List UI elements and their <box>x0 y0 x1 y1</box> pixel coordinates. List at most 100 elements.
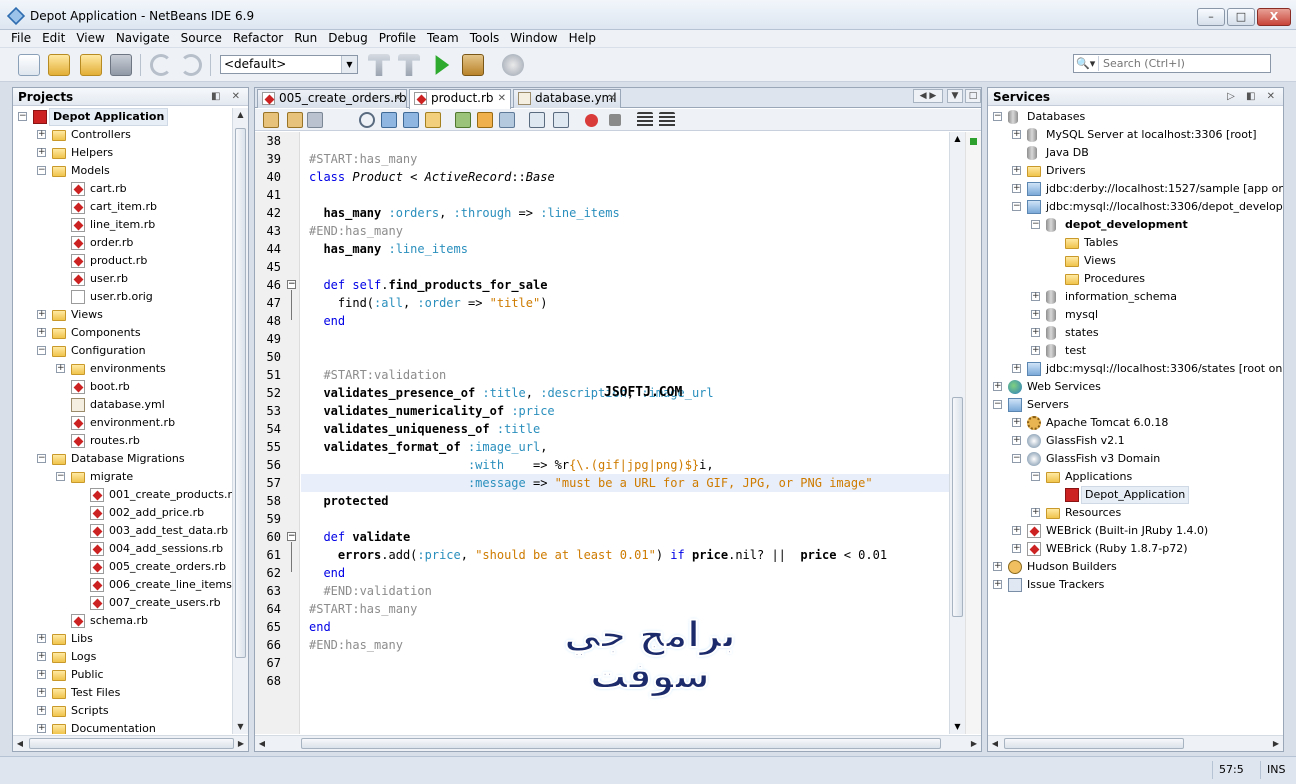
record-macro-icon[interactable] <box>585 114 598 127</box>
expand-icon[interactable]: + <box>1031 508 1040 517</box>
fold-toggle-icon[interactable]: − <box>287 532 296 541</box>
code-line[interactable]: def validate <box>301 528 949 546</box>
tree-node-003-add-test-data-rb[interactable]: 003_add_test_data.rb <box>13 522 232 540</box>
expand-icon[interactable]: + <box>37 328 46 337</box>
tree-node-configuration[interactable]: − Configuration <box>13 342 232 360</box>
tree-node-databases[interactable]: − Databases <box>988 108 1283 126</box>
code-line[interactable]: validates_format_of :image_url, <box>301 438 949 456</box>
tree-node-depot-application[interactable]: Depot_Application <box>988 486 1283 504</box>
menu-navigate[interactable]: Navigate <box>107 30 172 47</box>
services-horizontal-scrollbar[interactable]: ◀ ▶ <box>988 735 1283 751</box>
projects-vertical-scrollbar[interactable]: ▲ ▼ <box>232 108 248 734</box>
search-input[interactable] <box>1098 56 1268 71</box>
minimize-button[interactable]: – <box>1197 8 1225 26</box>
scroll-thumb[interactable] <box>29 738 234 749</box>
scroll-thumb[interactable] <box>1004 738 1184 749</box>
tree-node-jdbc-mysql-localhost-3306-states-root-on-default[interactable]: + jdbc:mysql://localhost:3306/states [roo… <box>988 360 1283 378</box>
expand-icon[interactable]: + <box>1031 310 1040 319</box>
tree-node-models[interactable]: − Models <box>13 162 232 180</box>
menu-window[interactable]: Window <box>501 30 559 47</box>
tree-node-001-create-products-rb[interactable]: 001_create_products.rb <box>13 486 232 504</box>
tree-node-006-create-line-items-rb[interactable]: 006_create_line_items.rb <box>13 576 232 594</box>
tab-database-yml[interactable]: database.yml ✕ <box>513 89 621 108</box>
scroll-up-arrow[interactable]: ▲ <box>233 108 248 122</box>
projects-horizontal-scrollbar[interactable]: ◀ ▶ <box>13 735 248 751</box>
tree-node-apache-tomcat-6-0-18[interactable]: + Apache Tomcat 6.0.18 <box>988 414 1283 432</box>
close-button[interactable]: X <box>1257 8 1291 26</box>
tree-node-database-migrations[interactable]: − Database Migrations <box>13 450 232 468</box>
expand-icon[interactable]: + <box>37 688 46 697</box>
tree-node-documentation[interactable]: + Documentation <box>13 720 232 734</box>
tab-scroll-buttons[interactable]: ◀ ▶ <box>913 89 943 103</box>
menu-refactor[interactable]: Refactor <box>224 30 285 47</box>
expand-icon[interactable]: + <box>1012 418 1021 427</box>
code-line[interactable] <box>301 258 949 276</box>
expand-icon[interactable]: + <box>993 562 1002 571</box>
tree-node-mysql[interactable]: + mysql <box>988 306 1283 324</box>
close-tab-icon[interactable]: ✕ <box>498 90 506 107</box>
menu-help[interactable]: Help <box>560 30 598 47</box>
expand-icon[interactable]: + <box>37 706 46 715</box>
code-line[interactable] <box>301 510 949 528</box>
tree-node-boot-rb[interactable]: boot.rb <box>13 378 232 396</box>
code-line[interactable]: def self.find_products_for_sale <box>301 276 949 294</box>
tree-node-scripts[interactable]: + Scripts <box>13 702 232 720</box>
tree-node-line-item-rb[interactable]: line_item.rb <box>13 216 232 234</box>
expand-icon[interactable]: + <box>37 148 46 157</box>
tree-node-drivers[interactable]: + Drivers <box>988 162 1283 180</box>
new-file-icon[interactable] <box>18 54 40 76</box>
toggle-highlight-icon[interactable] <box>425 112 441 128</box>
uncomment-icon[interactable] <box>659 112 675 128</box>
tree-node-order-rb[interactable]: order.rb <box>13 234 232 252</box>
previous-bookmark-icon[interactable] <box>455 112 471 128</box>
menu-edit[interactable]: Edit <box>33 30 67 47</box>
maximize-button[interactable]: □ <box>1227 8 1255 26</box>
expand-icon[interactable]: + <box>1031 292 1040 301</box>
collapse-icon[interactable]: − <box>18 112 27 121</box>
open-project-icon[interactable] <box>80 54 102 76</box>
tree-node-routes-rb[interactable]: routes.rb <box>13 432 232 450</box>
scroll-up-arrow[interactable]: ▲ <box>950 132 965 146</box>
expand-icon[interactable]: + <box>993 580 1002 589</box>
expand-icon[interactable]: + <box>1012 544 1021 553</box>
close-tab-icon[interactable]: ✕ <box>394 90 402 107</box>
fold-toggle-icon[interactable]: − <box>287 280 296 289</box>
tree-node-depot-application[interactable]: − Depot Application <box>13 108 232 126</box>
tree-node-tables[interactable]: Tables <box>988 234 1283 252</box>
tree-node-cart-item-rb[interactable]: cart_item.rb <box>13 198 232 216</box>
code-line[interactable]: class Product < ActiveRecord::Base <box>301 168 949 186</box>
code-line[interactable]: :with => %r{\.(gif|jpg|png)$}i, <box>301 456 949 474</box>
code-line[interactable]: :message => "must be a URL for a GIF, JP… <box>301 474 949 492</box>
expand-icon[interactable]: + <box>1031 328 1040 337</box>
tree-node-cart-rb[interactable]: cart.rb <box>13 180 232 198</box>
tree-node-resources[interactable]: + Resources <box>988 504 1283 522</box>
menu-source[interactable]: Source <box>172 30 224 47</box>
back-icon[interactable] <box>287 112 303 128</box>
scroll-thumb[interactable] <box>301 738 941 749</box>
shift-left-icon[interactable] <box>529 112 545 128</box>
scroll-right-arrow[interactable]: ▶ <box>1269 736 1283 751</box>
expand-icon[interactable]: + <box>1012 526 1021 535</box>
tree-node-user-rb-orig[interactable]: user.rb.orig <box>13 288 232 306</box>
code-line[interactable] <box>301 186 949 204</box>
collapse-icon[interactable]: − <box>1031 220 1040 229</box>
menu-view[interactable]: View <box>67 30 106 47</box>
tree-node-glassfish-v2-1[interactable]: + GlassFish v2.1 <box>988 432 1283 450</box>
code-line[interactable]: protected <box>301 492 949 510</box>
tree-node-glassfish-v3-domain[interactable]: − GlassFish v3 Domain <box>988 450 1283 468</box>
tree-node-environments[interactable]: + environments <box>13 360 232 378</box>
tree-node-depot-development[interactable]: − depot_development <box>988 216 1283 234</box>
editor-vertical-scrollbar[interactable]: ▲ ▼ <box>949 132 965 734</box>
maximize-editor-button[interactable]: □ <box>965 89 981 103</box>
expand-icon[interactable]: + <box>37 634 46 643</box>
collapse-icon[interactable]: − <box>993 400 1002 409</box>
tree-node-product-rb[interactable]: product.rb <box>13 252 232 270</box>
find-icon[interactable] <box>359 112 375 128</box>
tab-product-rb[interactable]: product.rb ✕ <box>409 89 511 109</box>
scroll-down-arrow[interactable]: ▼ <box>233 720 248 734</box>
forward-icon[interactable] <box>307 112 323 128</box>
code-line[interactable] <box>301 348 949 366</box>
profile-icon[interactable] <box>502 54 524 76</box>
expand-icon[interactable]: + <box>37 670 46 679</box>
expand-icon[interactable]: + <box>56 364 65 373</box>
